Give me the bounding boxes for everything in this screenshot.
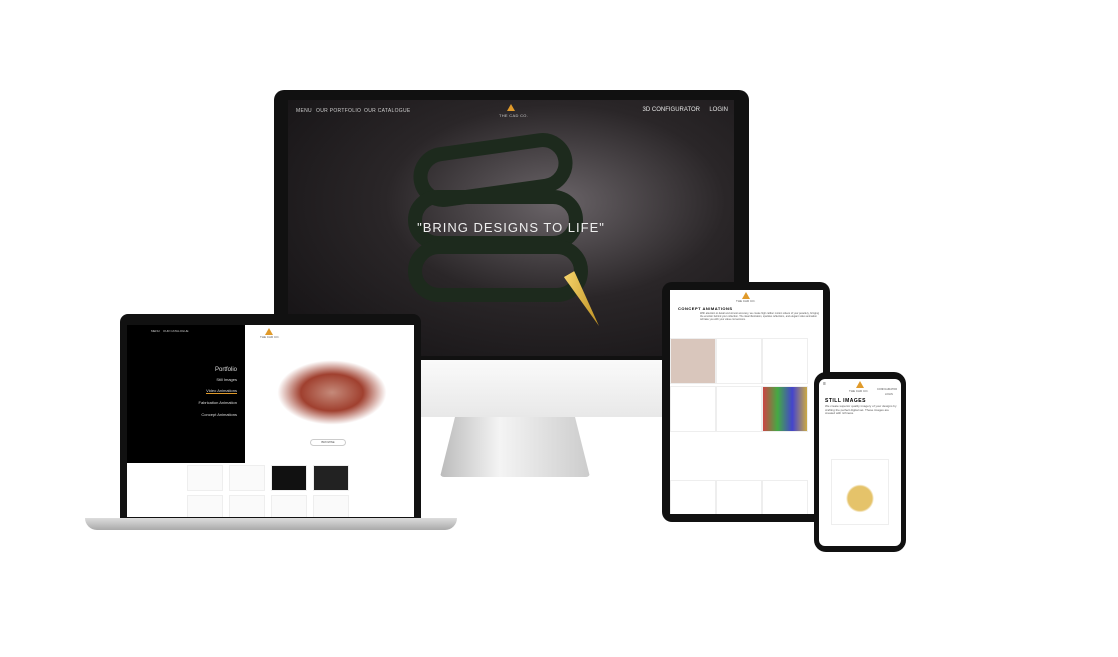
thumbnail[interactable] (229, 495, 265, 517)
nav-menu[interactable]: MENU (151, 329, 160, 334)
brand-logo-icon (856, 381, 864, 388)
gallery-tile[interactable] (762, 480, 808, 514)
ring-image[interactable] (831, 459, 889, 525)
brand-name: THE CAD CO. (499, 113, 529, 118)
portfolio-heading: Portfolio (214, 367, 237, 373)
nav-configurator[interactable]: 3D CONFIGURATOR (643, 107, 700, 113)
gallery-tile[interactable] (670, 386, 716, 432)
phone: ≡ THE CAD CO. CONFIGURATOR LOGIN STILL I… (814, 372, 906, 552)
nav-catalogue[interactable]: OUR CATALOGUE (163, 329, 189, 334)
gallery-tile[interactable] (670, 338, 716, 384)
thumbnail[interactable] (271, 495, 307, 517)
thumbnail[interactable] (313, 465, 349, 491)
gallery-tile[interactable] (716, 338, 762, 384)
gallery-tile[interactable] (762, 386, 808, 432)
section-heading: CONCEPT ANIMATIONS (678, 306, 733, 311)
brand-name: THE CAD CO. (849, 389, 869, 393)
hamburger-icon[interactable]: ≡ (823, 381, 826, 387)
menu-still-images[interactable]: Still Images (216, 377, 237, 382)
thumbnail[interactable] (271, 465, 307, 491)
hero-tagline: "BRING DESIGNS TO LIFE" (417, 220, 605, 235)
brand-logo-icon (507, 104, 515, 111)
ring-image (277, 360, 387, 425)
gallery-tile[interactable] (762, 338, 808, 384)
section-body: With attention to detail and utmost accu… (700, 312, 819, 321)
portfolio-sidebar: MENU OUR CATALOGUE Portfolio Still Image… (127, 325, 245, 463)
menu-video-animations[interactable]: Video Animations (206, 388, 237, 394)
brand-logo-icon (742, 292, 750, 299)
bracelet-coil (408, 240, 588, 302)
gallery-tile[interactable] (670, 480, 716, 514)
nav-menu[interactable]: MENU (296, 108, 312, 114)
browse-button[interactable]: BROWSE (310, 439, 346, 446)
laptop: MENU OUR CATALOGUE Portfolio Still Image… (120, 314, 421, 520)
gallery-tile[interactable] (716, 480, 762, 514)
nav-login[interactable]: LOGIN (885, 392, 893, 397)
nav-portfolio[interactable]: OUR PORTFOLIO (316, 108, 361, 114)
thumbnail[interactable] (313, 495, 349, 517)
menu-fabrication-animation[interactable]: Fabrication Animation (199, 400, 237, 405)
thumbnail[interactable] (187, 465, 223, 491)
nav-login[interactable]: LOGIN (709, 107, 728, 113)
thumbnail[interactable] (187, 495, 223, 517)
nav-catalogue[interactable]: OUR CATALOGUE (364, 108, 411, 114)
section-body: We create superior quality imagery of yo… (825, 404, 897, 415)
menu-concept-animations[interactable]: Concept Animations (201, 412, 237, 417)
brand-name: THE CAD CO. (260, 335, 280, 339)
thumbnail[interactable] (229, 465, 265, 491)
laptop-screen: MENU OUR CATALOGUE Portfolio Still Image… (127, 325, 414, 517)
tablet-screen: THE CAD CO. CONCEPT ANIMATIONS With atte… (670, 290, 823, 514)
tablet: THE CAD CO. CONCEPT ANIMATIONS With atte… (662, 282, 830, 522)
brand-name: THE CAD CO. (736, 299, 756, 303)
gallery-tile[interactable] (716, 386, 762, 432)
brand-logo-icon (265, 328, 273, 335)
phone-screen: ≡ THE CAD CO. CONFIGURATOR LOGIN STILL I… (819, 379, 901, 546)
monitor-stand (440, 417, 590, 477)
laptop-base (85, 518, 457, 530)
